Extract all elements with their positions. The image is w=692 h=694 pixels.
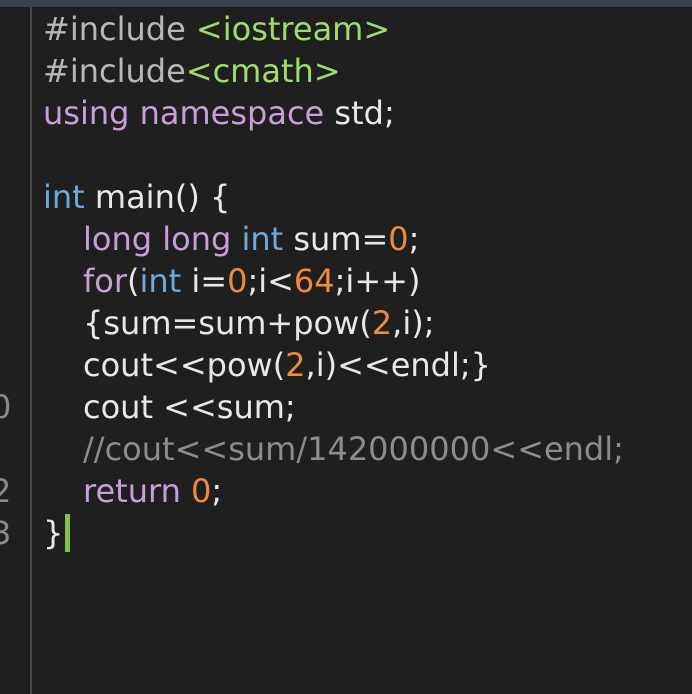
code-line-cout-sum[interactable]: cout <<sum; — [43, 386, 624, 428]
gutter-divider — [30, 7, 32, 694]
code-text: ; — [408, 220, 420, 258]
code-line-closing-brace[interactable]: } — [43, 512, 624, 554]
code-text: ;i< — [247, 262, 294, 300]
code-line-sum-declaration[interactable]: long long int sum=0; — [43, 218, 624, 260]
text-cursor — [65, 514, 71, 552]
preprocessor-directive: #include — [43, 52, 186, 90]
code-text: ,i)<<endl;} — [305, 346, 492, 384]
code-line-include-iostream[interactable]: #include <iostream> — [43, 8, 624, 50]
number-literal: 0 — [227, 262, 248, 300]
number-literal: 0 — [388, 220, 409, 258]
number-literal: 0 — [191, 472, 212, 510]
keyword-for: for — [83, 262, 127, 300]
code-text: ;i++) — [334, 262, 421, 300]
line-number: 2 — [0, 472, 12, 510]
code-editor[interactable]: 0 2 3 #include <iostream> #include<cmath… — [0, 0, 692, 694]
keyword-namespace: namespace — [139, 94, 325, 132]
include-header: <iostream> — [195, 10, 391, 48]
number-literal: 2 — [285, 346, 306, 384]
code-text: ( — [127, 262, 140, 300]
code-line-comment[interactable]: //cout<<sum/142000000<<endl; — [43, 428, 624, 470]
type-int: int — [43, 178, 85, 216]
code-line-blank[interactable] — [43, 134, 624, 176]
code-line-main-signature[interactable]: int main() { — [43, 176, 624, 218]
code-comment: //cout<<sum/142000000<<endl; — [83, 430, 624, 468]
code-text: {sum=sum+pow( — [83, 304, 372, 342]
preprocessor-directive: #include — [43, 10, 186, 48]
code-text: i= — [181, 262, 228, 300]
type-int: int — [241, 220, 284, 258]
code-line-for-loop[interactable]: for(int i=0;i<64;i++) — [43, 260, 624, 302]
code-line-sum-accumulate[interactable]: {sum=sum+pow(2,i); — [43, 302, 624, 344]
code-line-include-cmath[interactable]: #include<cmath> — [43, 50, 624, 92]
type-int: int — [139, 262, 182, 300]
code-text: } — [43, 514, 64, 552]
include-header: <cmath> — [185, 52, 341, 90]
number-literal: 2 — [371, 304, 393, 342]
keyword-return: return — [83, 472, 181, 510]
number-literal: 64 — [293, 262, 335, 300]
line-number: 3 — [0, 514, 12, 552]
code-text: ; — [211, 472, 223, 510]
keyword-using: using — [43, 94, 130, 132]
keyword-long-long: long long — [83, 220, 232, 258]
code-text: cout <<sum; — [83, 388, 296, 426]
code-line-return[interactable]: return 0; — [43, 470, 624, 512]
code-line-cout-pow[interactable]: cout<<pow(2,i)<<endl;} — [43, 344, 624, 386]
code-text: ,i); — [392, 304, 435, 342]
line-number: 0 — [0, 388, 12, 426]
code-text: sum= — [283, 220, 389, 258]
code-area[interactable]: #include <iostream> #include<cmath> usin… — [43, 8, 624, 554]
code-text: main() { — [84, 178, 231, 216]
code-line-using-namespace[interactable]: using namespace std; — [43, 92, 624, 134]
code-text: std; — [324, 94, 395, 132]
code-text: cout<<pow( — [83, 346, 286, 384]
editor-top-bar — [0, 0, 692, 7]
